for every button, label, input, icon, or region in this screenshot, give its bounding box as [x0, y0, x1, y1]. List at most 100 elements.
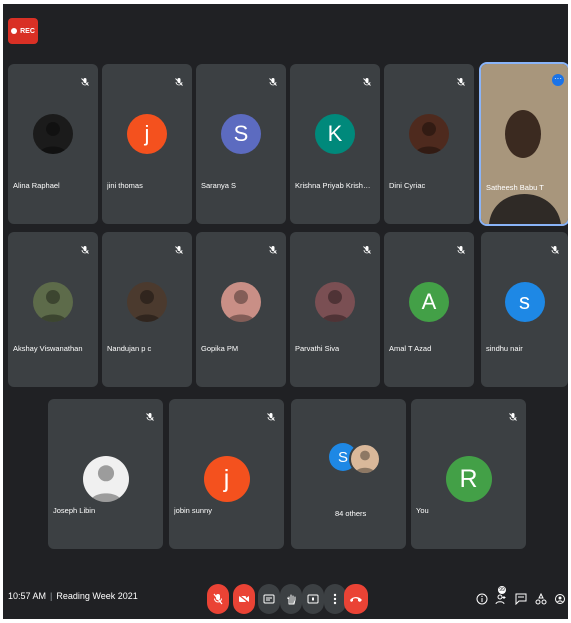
avatar-initial: s [504, 282, 545, 322]
mic-muted-icon [266, 409, 276, 421]
participant-name: Nandujan p c [107, 344, 152, 353]
participant-name: jobin sunny [174, 506, 212, 515]
mic-muted-icon [80, 74, 90, 86]
person-silhouette-icon [89, 465, 122, 502]
avatar-photo [221, 282, 261, 322]
participant-tile[interactable]: R You [411, 399, 526, 549]
others-avatar-photo [349, 443, 381, 475]
participant-name: Dini Cyriac [389, 181, 426, 190]
avatar-initial: S [221, 114, 261, 154]
participant-tile[interactable]: Akshay Viswanathan [8, 232, 98, 387]
mic-muted-icon [456, 242, 466, 254]
participant-name: Akshay Viswanathan [13, 344, 83, 353]
participant-tile[interactable]: Nandujan p c [102, 232, 192, 387]
participant-name: Joseph Libin [53, 506, 96, 515]
end-call-icon [350, 597, 362, 602]
meeting-info-button[interactable] [475, 590, 489, 608]
people-icon [495, 594, 506, 605]
mic-toggle-button[interactable] [207, 584, 229, 614]
end-call-button[interactable] [344, 584, 368, 614]
chat-button[interactable] [514, 590, 528, 608]
participant-tile[interactable]: j jini thomas [102, 64, 192, 224]
person-silhouette-icon [39, 122, 67, 154]
participant-tile[interactable]: Joseph Libin [48, 399, 163, 549]
mic-muted-icon [362, 74, 372, 86]
activities-button[interactable] [534, 590, 548, 608]
present-button[interactable] [302, 584, 324, 614]
others-count: 84 others [335, 509, 367, 518]
meeting-title[interactable]: Reading Week 2021 [56, 591, 137, 601]
meeting-details: 10:57 AM | Reading Week 2021 [8, 591, 138, 601]
participant-tile[interactable]: A Amal T Azad [384, 232, 474, 387]
participant-tile[interactable]: j jobin sunny [169, 399, 284, 549]
more-options-button[interactable] [324, 584, 346, 614]
avatar-photo [33, 282, 73, 322]
mic-off-icon [213, 593, 223, 605]
mic-muted-icon [362, 242, 372, 254]
recording-label: REC [20, 27, 35, 35]
avatar-photo [315, 282, 355, 322]
captions-button[interactable] [258, 584, 280, 614]
avatar-initial: j [127, 114, 167, 154]
avatar-photo [33, 114, 73, 154]
person-silhouette-icon [415, 122, 443, 154]
host-controls-button[interactable] [553, 590, 567, 608]
avatar-initial: A [409, 282, 449, 322]
person-silhouette-icon [321, 290, 349, 322]
participant-tile[interactable]: ··· Satheesh Babu T [479, 62, 568, 226]
video-feed [481, 64, 568, 224]
mic-muted-icon [174, 74, 184, 86]
raise-hand-icon [287, 594, 296, 605]
person-silhouette-icon [355, 450, 375, 473]
participant-name: jini thomas [107, 181, 143, 190]
details-separator: | [50, 591, 53, 601]
person-silhouette-icon [133, 290, 161, 322]
meet-window: REC Alina Raphael j jini thomas S Saranya S K… [3, 4, 568, 619]
avatar-photo [409, 114, 449, 154]
participant-name: You [416, 506, 429, 515]
participant-name: Gopika PM [201, 344, 239, 353]
others-tile[interactable]: S 84 others [291, 399, 406, 549]
participant-name: Alina Raphael [13, 181, 60, 190]
more-options-icon [333, 593, 337, 605]
participant-tile[interactable]: Alina Raphael [8, 64, 98, 224]
tile-options-icon[interactable]: ··· [552, 74, 564, 86]
mic-muted-icon [174, 242, 184, 254]
participant-tile[interactable]: s sindhu nair [481, 232, 568, 387]
mic-muted-icon [145, 409, 155, 421]
avatar-photo [82, 456, 129, 502]
present-icon [307, 594, 319, 604]
avatar-initial: R [445, 456, 492, 502]
camera-toggle-button[interactable] [233, 584, 255, 614]
mic-muted-icon [268, 74, 278, 86]
participant-name: Saranya S [201, 181, 237, 190]
avatar-initial: j [203, 456, 250, 502]
people-count-badge: 99 [498, 586, 506, 594]
participant-tile[interactable]: Gopika PM [196, 232, 286, 387]
mic-muted-icon [456, 74, 466, 86]
camera-off-icon [238, 594, 250, 604]
participant-name: Satheesh Babu T [486, 183, 544, 192]
participant-name: Amal T Azad [389, 344, 432, 353]
participant-name: Parvathi Siva [295, 344, 340, 353]
people-button[interactable]: 99 [494, 586, 508, 608]
host-controls-icon [555, 594, 565, 604]
mic-muted-icon [268, 242, 278, 254]
screenshot-frame: REC Alina Raphael j jini thomas S Saranya S K… [0, 0, 571, 623]
participant-tile[interactable]: K Krishna Priyab Krishna Pri... [290, 64, 380, 224]
mic-muted-icon [550, 242, 560, 254]
captions-icon [263, 594, 275, 604]
avatar-initial: K [315, 114, 355, 154]
info-icon [476, 593, 488, 605]
participant-tile[interactable]: S Saranya S [196, 64, 286, 224]
person-silhouette-icon [39, 290, 67, 322]
person-silhouette-icon [227, 290, 255, 322]
avatar-photo [127, 282, 167, 322]
activities-icon [535, 593, 547, 605]
chat-icon [515, 593, 527, 605]
participant-tile[interactable]: Parvathi Siva [290, 232, 380, 387]
mic-muted-icon [508, 409, 518, 421]
participant-tile[interactable]: Dini Cyriac [384, 64, 474, 224]
participant-name: Krishna Priyab Krishna Pri... [295, 181, 372, 190]
raise-hand-button[interactable] [280, 584, 302, 614]
